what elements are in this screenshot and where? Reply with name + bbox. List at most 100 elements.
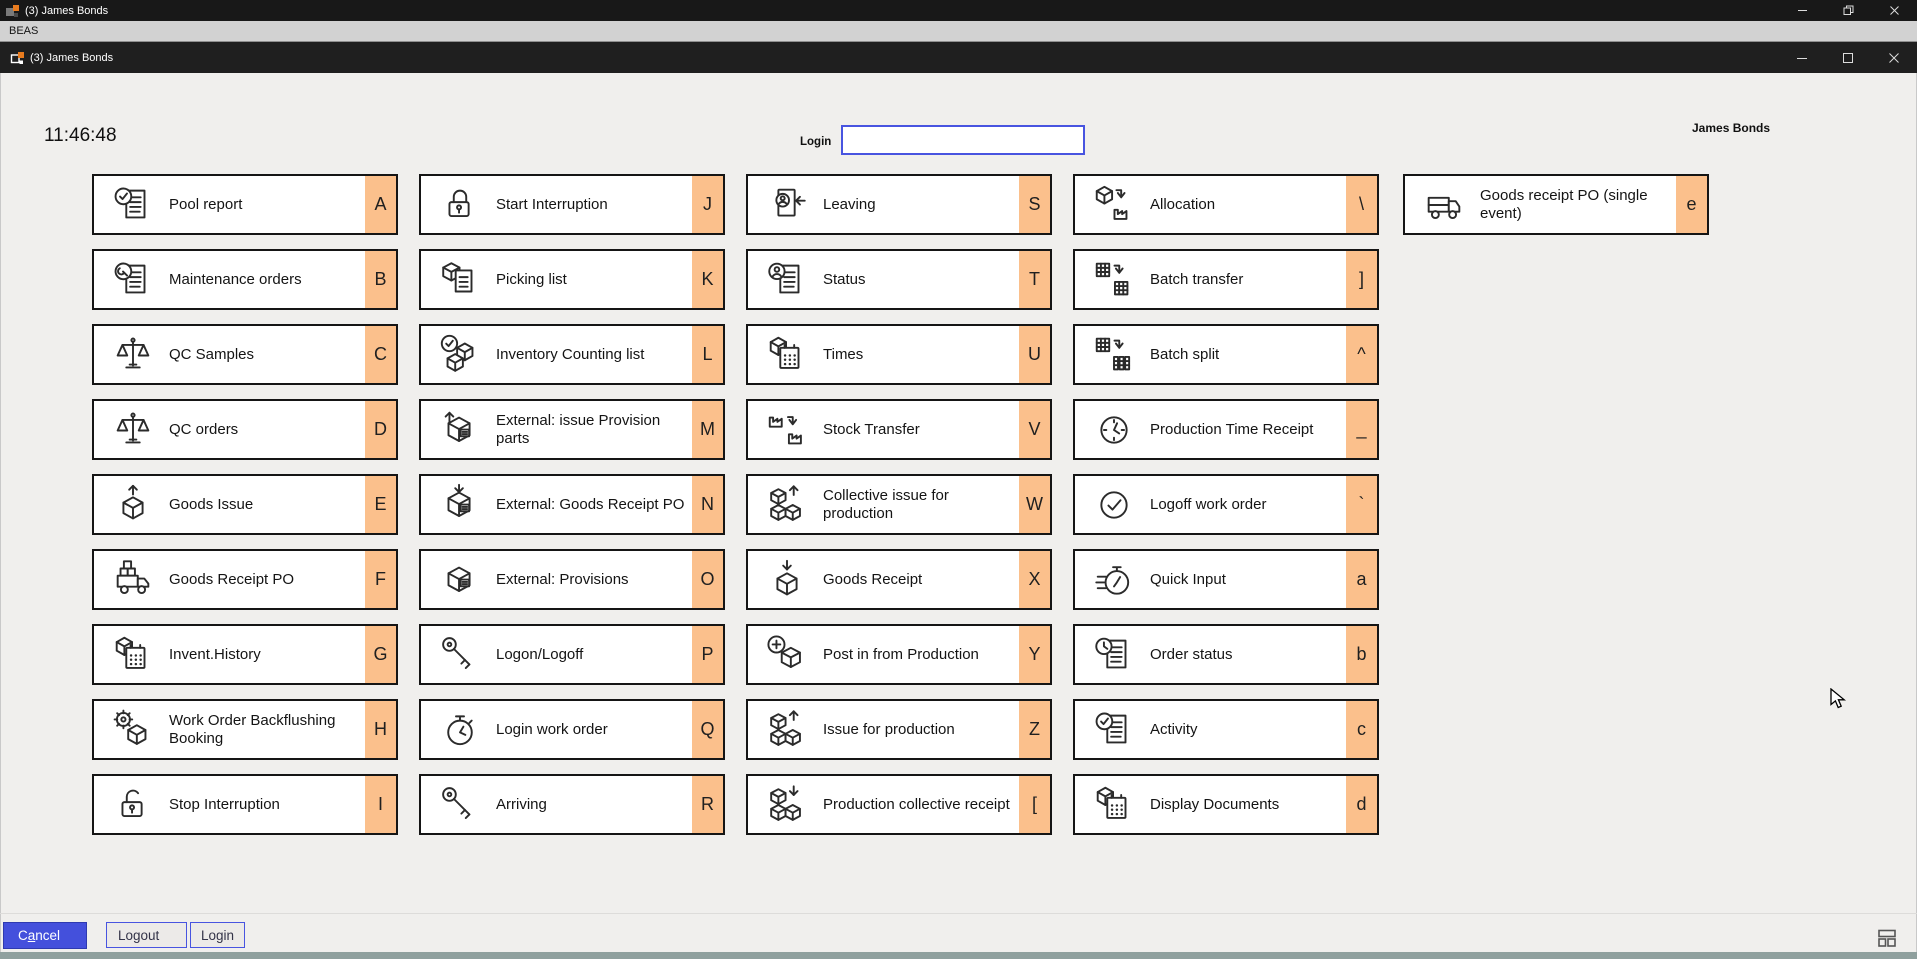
close-icon[interactable] — [1871, 42, 1917, 73]
grid-split-icon — [1091, 332, 1137, 378]
button-goods-receipt[interactable]: Goods Receipt X — [746, 549, 1052, 610]
button-qc-samples[interactable]: QC Samples C — [92, 324, 398, 385]
button-picking-list[interactable]: Picking list K — [419, 249, 725, 310]
button-times[interactable]: Times U — [746, 324, 1052, 385]
shortcut-badge: ` — [1346, 476, 1377, 533]
minimize-icon[interactable] — [1779, 0, 1825, 21]
button-goods-receipt-po[interactable]: Goods Receipt PO F — [92, 549, 398, 610]
button-label: External: issue Provision parts — [496, 411, 661, 447]
button-leaving[interactable]: Leaving S — [746, 174, 1052, 235]
restore-icon[interactable] — [1825, 0, 1871, 21]
shortcut-badge: E — [365, 476, 396, 533]
button-allocation[interactable]: Allocation \ — [1073, 174, 1379, 235]
inner-window-title: (3) James Bonds — [30, 51, 114, 64]
button-start-interruption[interactable]: Start Interruption J — [419, 174, 725, 235]
button-stop-interruption[interactable]: Stop Interruption I — [92, 774, 398, 835]
padlock-open-icon — [110, 782, 156, 828]
button-logon-logoff[interactable]: Logon/Logoff P — [419, 624, 725, 685]
button-label: Invent.History — [169, 645, 261, 663]
button-collective-issue-for-production[interactable]: Collective issue for production W — [746, 474, 1052, 535]
button-label: Login work order — [496, 720, 608, 738]
shortcut-badge: K — [692, 251, 723, 308]
button-status[interactable]: Status T — [746, 249, 1052, 310]
button-goods-receipt-po-single-event[interactable]: Goods receipt PO (single event) e — [1403, 174, 1709, 235]
shortcut-badge: P — [692, 626, 723, 683]
button-logoff-work-order[interactable]: Logoff work order ` — [1073, 474, 1379, 535]
button-external-provisions[interactable]: External: Provisions O — [419, 549, 725, 610]
button-inventory-counting-list[interactable]: Inventory Counting list L — [419, 324, 725, 385]
box-label-icon — [437, 557, 483, 603]
button-production-time-receipt[interactable]: Production Time Receipt _ — [1073, 399, 1379, 460]
button-label: Issue for production — [823, 720, 955, 738]
button-arriving[interactable]: Arriving R — [419, 774, 725, 835]
shortcut-column-1: Pool report A Maintenance orders B QC Sample… — [92, 174, 398, 849]
button-post-in-from-production[interactable]: Post in from Production Y — [746, 624, 1052, 685]
boxes-up-icon — [764, 482, 810, 528]
button-external-issue-provision-parts[interactable]: External: issue Provision parts M — [419, 399, 725, 460]
shortcut-column-2: Start Interruption J Picking list K Inventor… — [419, 174, 725, 849]
button-label: Work Order Backflushing Booking — [169, 711, 336, 747]
box-up-label-icon — [437, 407, 483, 453]
button-label: Allocation — [1150, 195, 1216, 213]
login-button[interactable]: Login — [190, 922, 245, 948]
shortcut-badge: ] — [1346, 251, 1377, 308]
button-label: QC orders — [169, 420, 239, 438]
button-maintenance-orders[interactable]: Maintenance orders B — [92, 249, 398, 310]
main-content: 11:46:48 Login James Bonds Pool report A M… — [0, 73, 1917, 952]
button-order-status[interactable]: Order status b — [1073, 624, 1379, 685]
button-login-work-order[interactable]: Login work order Q — [419, 699, 725, 760]
shortcut-badge: H — [365, 701, 396, 758]
shortcut-badge: Y — [1019, 626, 1050, 683]
shortcut-badge: T — [1019, 251, 1050, 308]
logout-button[interactable]: Logout — [106, 922, 187, 948]
box-calendar-icon — [764, 332, 810, 378]
close-icon[interactable] — [1871, 0, 1917, 21]
button-label: Batch transfer — [1150, 270, 1244, 288]
truck-icon — [1421, 182, 1467, 228]
button-invent-history[interactable]: Invent.History G — [92, 624, 398, 685]
button-label: Production collective receipt — [823, 795, 1010, 813]
beas-logo-icon — [10, 51, 24, 65]
menu-bar: BEAS — [0, 21, 1917, 42]
button-label: Activity — [1150, 720, 1198, 738]
shortcut-badge: B — [365, 251, 396, 308]
button-goods-issue[interactable]: Goods Issue E — [92, 474, 398, 535]
button-production-collective-receipt[interactable]: Production collective receipt [ — [746, 774, 1052, 835]
minimize-icon[interactable] — [1779, 42, 1825, 73]
doc-wrench-icon — [110, 257, 156, 303]
menu-item-beas[interactable]: BEAS — [0, 25, 47, 37]
button-label: Pool report — [169, 195, 243, 213]
shortcut-badge: e — [1676, 176, 1707, 233]
shortcut-badge: \ — [1346, 176, 1377, 233]
button-label: Display Documents — [1150, 795, 1280, 813]
button-batch-transfer[interactable]: Batch transfer] — [1073, 249, 1379, 310]
form-layout-icon[interactable] — [1874, 925, 1900, 951]
cancel-button[interactable]: Ca ncel — [3, 922, 87, 949]
shortcut-badge: D — [365, 401, 396, 458]
button-activity[interactable]: Activity c — [1073, 699, 1379, 760]
shortcut-badge: C — [365, 326, 396, 383]
button-label: QC Samples — [169, 345, 255, 363]
shortcut-badge: X — [1019, 551, 1050, 608]
button-batch-split[interactable]: Batch split ^ — [1073, 324, 1379, 385]
button-stock-transfer[interactable]: Stock Transfer V — [746, 399, 1052, 460]
button-label: Goods Receipt — [823, 570, 923, 588]
maximize-icon[interactable] — [1825, 42, 1871, 73]
boxes-check-icon — [437, 332, 483, 378]
button-qc-orders[interactable]: QC orders D — [92, 399, 398, 460]
button-quick-input[interactable]: Quick Input a — [1073, 549, 1379, 610]
scale-icon — [110, 332, 156, 378]
button-pool-report[interactable]: Pool report A — [92, 174, 398, 235]
padlock-icon — [437, 182, 483, 228]
button-display-documents[interactable]: Display Documents d — [1073, 774, 1379, 835]
button-external-goods-receipt-po[interactable]: External: Goods Receipt PO N — [419, 474, 725, 535]
shortcut-badge: L — [692, 326, 723, 383]
button-label: Post in from Production — [823, 645, 979, 663]
button-label: Start Interruption — [496, 195, 608, 213]
button-issue-for-production[interactable]: Issue for production Z — [746, 699, 1052, 760]
button-work-order-backflushing-booking[interactable]: Work Order Backflushing Booking H — [92, 699, 398, 760]
box-calendar-icon — [1091, 782, 1137, 828]
shortcut-badge: d — [1346, 776, 1377, 833]
button-label: Order status — [1150, 645, 1233, 663]
inner-titlebar: (3) James Bonds — [0, 42, 1917, 73]
